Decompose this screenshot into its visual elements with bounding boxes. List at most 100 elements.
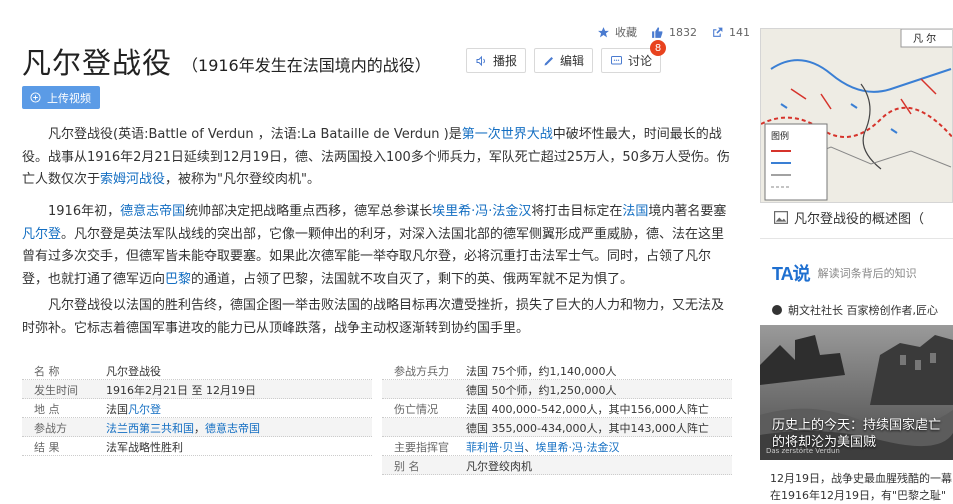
summary-paragraph-2: 1916年初，德意志帝国统帅部决定把战略重点西移，德军总参谋长埃里希·冯·法金汉… [22, 201, 730, 291]
edit-button[interactable]: 编辑 [534, 48, 594, 73]
info-value: 法军战略性胜利 [106, 440, 183, 454]
divider [760, 238, 953, 239]
info-row: 地 点 法国凡尔登 [22, 399, 372, 418]
avatar [772, 305, 782, 315]
info-value: 法国 400,000-542,000人，其中156,000人阵亡 [466, 402, 709, 416]
link-verdun-info[interactable]: 凡尔登 [128, 403, 161, 416]
info-row: 别 名 凡尔登绞肉机 [382, 456, 732, 475]
info-value: 凡尔登绞肉机 [466, 459, 532, 473]
ta-logo: TA说 [772, 264, 811, 284]
link-paris[interactable]: 巴黎 [165, 272, 191, 287]
info-key: 伤亡情况 [394, 402, 438, 416]
broadcast-label: 播报 [493, 54, 518, 68]
info-row: 伤亡情况 法国 400,000-542,000人，其中156,000人阵亡 [382, 399, 732, 418]
link-somme[interactable]: 索姆河战役 [100, 172, 165, 187]
ta-author[interactable]: 朝文社社长 百家榜创作者,匠心 [772, 302, 938, 318]
share-icon [713, 27, 723, 37]
info-value: 德国 50个师，约1,250,000人 [466, 383, 617, 397]
link-german-empire-info[interactable]: 德意志帝国 [205, 422, 260, 435]
info-value: 凡尔登战役 [106, 364, 161, 378]
ta-subtitle: 解读词条背后的知识 [817, 267, 917, 280]
info-row: 参战方兵力 法国 75个师，约1,140,000人 [382, 361, 732, 380]
info-column-right: 参战方兵力 法国 75个师，约1,140,000人 德国 50个师，约1,250,… [382, 361, 732, 475]
upload-video-button[interactable]: 上传视频 [22, 86, 100, 109]
stats-bar: 收藏 1832 141 [597, 24, 750, 40]
share-count: 141 [729, 25, 750, 39]
text: 法国 [106, 402, 128, 416]
text: 1916年初， [48, 204, 121, 219]
link-france[interactable]: 法国 [622, 204, 648, 219]
info-row: 参战方 法兰西第三共和国，德意志帝国 [22, 418, 372, 437]
thumbs-up-icon [652, 26, 663, 38]
info-row: 结 果 法军战略性胜利 [22, 437, 372, 456]
discuss-count-badge: 8 [650, 40, 667, 56]
broadcast-button[interactable]: 播报 [466, 48, 527, 73]
info-key: 参战方 [34, 421, 67, 435]
favorite-label: 收藏 [615, 26, 637, 39]
link-wwi[interactable]: 第一次世界大战 [462, 127, 553, 142]
info-value: 法国 75个师，约1,140,000人 [466, 364, 617, 378]
discuss-button[interactable]: 讨论 8 [601, 40, 667, 73]
battle-map-illustration: 图例 凡 尔 [761, 29, 952, 202]
text: 统帅部决定把战略重点西移，德军总参谋长 [185, 204, 433, 219]
link-verdun[interactable]: 凡尔登 [22, 227, 61, 242]
info-row: 德国 355,000-434,000人，其中143,000人阵亡 [382, 418, 732, 437]
map-caption[interactable]: 凡尔登战役的概述图（ [774, 208, 924, 227]
share-button[interactable]: 141 [711, 26, 750, 39]
summary-paragraph-1: 凡尔登战役(英语:Battle of Verdun ，法语:La Bataill… [22, 124, 730, 192]
photo-title: 历史上的今天：持续国家虐亡的将却沦为美国贼 [772, 418, 942, 450]
info-key: 名 称 [34, 364, 60, 378]
ta-header: TA说 解读词条背后的知识 [772, 260, 917, 286]
sidebar: 图例 凡 尔 凡尔登战役的概述图（ TA说 解读词条背后的知识 朝文社社长 百家… [760, 0, 953, 504]
text: ，被称为"凡尔登绞肉机"。 [165, 172, 320, 187]
text: 将打击目标定在 [531, 204, 623, 219]
overview-map-image[interactable]: 图例 凡 尔 [760, 28, 953, 203]
page-title: 凡尔登战役 [22, 46, 173, 80]
info-key: 主要指挥官 [394, 440, 449, 454]
discuss-label: 讨论 [628, 54, 653, 68]
star-icon [598, 26, 609, 37]
info-value: 法兰西第三共和国，德意志帝国 [106, 420, 372, 436]
favorite-button[interactable]: 收藏 [597, 24, 637, 40]
text: 的通道，占领了巴黎，法国就不攻自灭了，剩下的英、俄两军就不足为惧了。 [191, 271, 634, 287]
text: 境内著名要塞 [648, 204, 727, 219]
info-key: 地 点 [34, 402, 60, 416]
info-row: 德国 50个师，约1,250,000人 [382, 380, 732, 399]
text: ， [194, 421, 205, 435]
map-title-label: 凡 尔 [913, 32, 936, 45]
info-row: 发生时间 1916年2月21日 至 12月19日 [22, 380, 372, 399]
summary-paragraph-3: 凡尔登战役以法国的胜利告终，德国企图一举击败法国的战略目标再次遭受挫折，损失了巨… [22, 298, 725, 336]
info-column-left: 名 称 凡尔登战役 发生时间 1916年2月21日 至 12月19日 地 点 法国凡尔… [22, 361, 372, 456]
link-petain[interactable]: 菲利普·贝当 [466, 441, 525, 454]
edit-label: 编辑 [560, 54, 585, 68]
text: 、 [524, 440, 536, 454]
info-value: 德国 355,000-434,000人，其中143,000人阵亡 [466, 421, 709, 435]
map-caption-text: 凡尔登战役的概述图（ [794, 212, 925, 227]
info-key: 别 名 [394, 459, 420, 473]
upload-video-label: 上传视频 [47, 91, 91, 105]
page-subtitle: （1916年发生在法国境内的战役） [182, 56, 431, 75]
map-legend-title: 图例 [771, 130, 789, 142]
info-row: 主要指挥官 菲利普·贝当、埃里希·冯·法金汉 [382, 437, 732, 456]
plus-circle-icon [30, 92, 41, 103]
link-falkenhayn-info[interactable]: 埃里希·冯·法金汉 [536, 441, 620, 454]
speaker-icon [476, 55, 485, 66]
info-value: 法国凡尔登 [106, 401, 372, 417]
link-french-republic[interactable]: 法兰西第三共和国 [106, 422, 194, 435]
image-icon [774, 211, 788, 224]
author-name: 朝文社社长 百家榜创作者,匠心 [788, 304, 938, 317]
link-german-empire[interactable]: 德意志帝国 [120, 204, 185, 219]
title-toolbar: 播报 编辑 讨论 8 [466, 40, 667, 73]
info-key: 参战方兵力 [394, 364, 449, 378]
text: 凡尔登战役(英语:Battle of Verdun ，法语:La Bataill… [48, 127, 462, 142]
article-photo[interactable]: Das zerstörte Verdun 历史上的今天：持续国家虐亡的将却沦为美… [760, 325, 953, 460]
info-value: 菲利普·贝当、埃里希·冯·法金汉 [466, 439, 732, 455]
main-content: 收藏 1832 141 凡尔登战役 （1916年发生在法国境内的战役） 播报 编… [0, 0, 750, 504]
like-count: 1832 [669, 25, 697, 39]
like-button[interactable]: 1832 [651, 26, 697, 39]
info-row: 名 称 凡尔登战役 [22, 361, 372, 380]
title-row: 凡尔登战役 （1916年发生在法国境内的战役） [22, 40, 431, 82]
link-falkenhayn[interactable]: 埃里希·冯·法金汉 [432, 204, 531, 219]
info-value: 1916年2月21日 至 12月19日 [106, 383, 256, 397]
info-key: 发生时间 [34, 383, 78, 397]
